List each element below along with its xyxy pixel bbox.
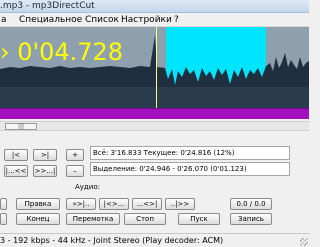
- scroll-thumb[interactable]: |||: [5, 123, 37, 130]
- play-after-selection-button[interactable]: ..|>>: [165, 198, 195, 210]
- edit-button[interactable]: Правка: [16, 198, 60, 210]
- title-bar: .mp3 - mp3DirectCut: [0, 0, 309, 13]
- back-button[interactable]: |...<<: [4, 165, 28, 177]
- prev-cue-button[interactable]: |<: [4, 149, 28, 161]
- status-bar: 3 - 192 kbps - 44 kHz - Joint Stereo (Pl…: [0, 233, 309, 247]
- play-button[interactable]: Пуск: [178, 213, 220, 225]
- status-text: 3 - 192 kbps - 44 kHz - Joint Stereo (Pl…: [0, 236, 224, 245]
- minus-button[interactable]: –: [66, 165, 84, 177]
- end-button[interactable]: Конец: [16, 213, 60, 225]
- total-time-info: Всё: 3'16.833 Текущее: 0'24.816 (12%): [90, 146, 290, 160]
- plus-button[interactable]: +: [66, 149, 84, 161]
- rewind-button[interactable]: Перемотка: [66, 213, 120, 225]
- record-button[interactable]: Запись: [230, 213, 272, 225]
- menu-item-file[interactable]: а: [1, 13, 7, 27]
- next-cue-button[interactable]: >|: [33, 149, 57, 161]
- menu-item-list[interactable]: Список: [85, 13, 119, 27]
- stop-button[interactable]: Стоп: [124, 213, 166, 225]
- left-cut-button-2[interactable]: [0, 213, 7, 225]
- cursor-line: [156, 27, 157, 108]
- volume-level-button[interactable]: 0.0 / 0.0: [230, 198, 272, 210]
- left-cut-button[interactable]: [0, 198, 7, 210]
- forward-button[interactable]: >>...|: [33, 165, 57, 177]
- play-selection-start-button[interactable]: |<>...: [99, 198, 129, 210]
- waveform-lower-band: [0, 87, 309, 108]
- selection-info: Выделение: 0'24.946 - 0'26.070 (0'01.123…: [90, 162, 290, 176]
- play-to-end-button[interactable]: »>|..: [66, 198, 96, 210]
- waveform-display[interactable]: › 0'04.728: [0, 27, 309, 108]
- window-title: .mp3 - mp3DirectCut: [0, 1, 95, 11]
- horizontal-scrollbar[interactable]: |||: [0, 121, 309, 131]
- menu-bar: а Специальное Список Настройки ?: [0, 13, 309, 27]
- resize-grip-icon[interactable]: [300, 238, 308, 246]
- menu-item-special[interactable]: Специальное: [19, 13, 82, 27]
- menu-item-settings[interactable]: Настройки: [121, 13, 172, 27]
- play-selection-end-button[interactable]: ...<>|: [132, 198, 162, 210]
- menu-item-help[interactable]: ?: [174, 13, 179, 27]
- time-readout: › 0'04.728: [0, 38, 124, 66]
- position-bar[interactable]: [0, 108, 309, 119]
- audio-label: Аудио:: [75, 183, 100, 191]
